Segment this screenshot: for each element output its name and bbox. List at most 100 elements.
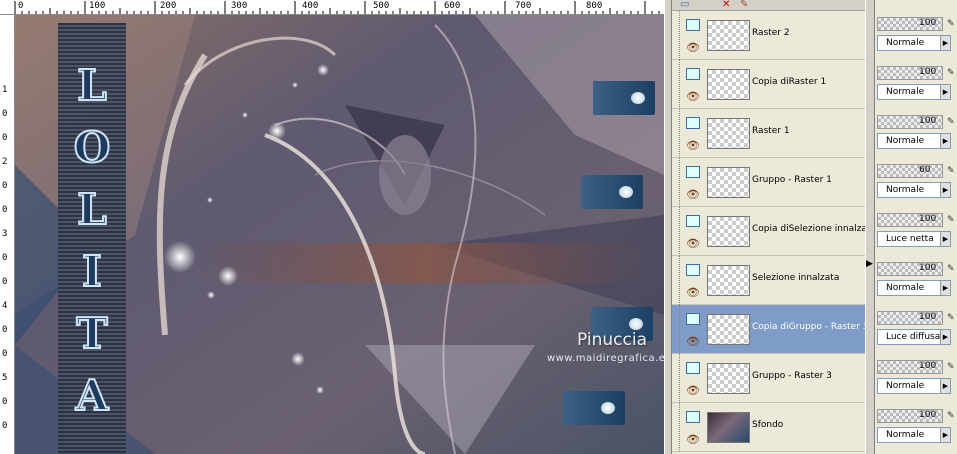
eye-icon[interactable]: 👁 — [686, 90, 700, 103]
title-letter: L — [76, 184, 108, 235]
layer-type-icon[interactable] — [686, 411, 700, 423]
blend-mode-select[interactable]: Luce diffusa ▶ — [877, 329, 951, 345]
layer-tree-line — [679, 11, 680, 60]
blend-mode-value: Normale — [886, 185, 925, 195]
layer-type-icon[interactable] — [686, 166, 700, 178]
ruler-left-label: 0 — [2, 133, 8, 143]
layer-thumbnail[interactable] — [707, 167, 750, 198]
dropdown-arrow-icon[interactable]: ▶ — [940, 134, 950, 148]
blend-mode-value: Luce netta — [886, 234, 934, 244]
layer-row[interactable]: 👁 Raster 1 — [672, 109, 865, 158]
eye-icon[interactable]: 👁 — [686, 286, 700, 299]
dropdown-arrow-icon[interactable]: ▶ — [940, 281, 950, 295]
layer-row[interactable]: 👁 Copia diGruppo - Raster 3 — [672, 305, 869, 354]
layer-name: Copia diGruppo - Raster 3 — [752, 322, 869, 332]
title-letter: I — [81, 246, 103, 297]
layer-tree-line — [679, 60, 680, 109]
pencil-icon[interactable]: ✎ — [947, 166, 955, 176]
layer-thumbnail[interactable] — [707, 118, 750, 149]
layer-row[interactable]: 👁 Gruppo - Raster 1 — [672, 158, 865, 207]
dropdown-arrow-icon[interactable]: ▶ — [940, 183, 950, 197]
layer-name: Gruppo - Raster 3 — [752, 371, 832, 381]
pencil-icon[interactable]: ✎ — [947, 215, 955, 225]
blend-mode-select[interactable]: Normale ▶ — [877, 84, 951, 100]
layer-type-icon[interactable] — [686, 215, 700, 227]
blend-mode-select[interactable]: Luce netta ▶ — [877, 231, 951, 247]
eye-icon[interactable]: 👁 — [686, 237, 700, 250]
layer-thumbnail[interactable] — [707, 314, 750, 345]
dropdown-arrow-icon[interactable]: ▶ — [940, 330, 950, 344]
horizontal-ruler: 0 100 200 300 400 500 600 700 800 — [0, 0, 664, 15]
delete-icon[interactable]: ✕ — [722, 0, 730, 10]
layer-tree-line — [679, 158, 680, 207]
layer-thumbnail[interactable] — [707, 265, 750, 296]
layer-row[interactable]: 👁 Copia diRaster 1 — [672, 60, 865, 109]
blend-mode-value: Normale — [886, 87, 925, 97]
layer-type-icon[interactable] — [686, 19, 700, 31]
layer-tree-line — [679, 403, 680, 452]
blend-mode-select[interactable]: Normale ▶ — [877, 427, 951, 443]
blend-mode-select[interactable]: Normale ▶ — [877, 378, 951, 394]
layer-type-icon[interactable] — [686, 117, 700, 129]
layer-row[interactable]: 👁 Selezione innalzata — [672, 256, 865, 305]
layer-type-icon[interactable] — [686, 313, 700, 325]
pencil-icon[interactable]: ✎ — [947, 362, 955, 372]
panel-splitter[interactable] — [664, 0, 672, 454]
panel-splitter-2[interactable] — [865, 0, 875, 454]
dropdown-arrow-icon[interactable]: ▶ — [940, 36, 950, 50]
layer-properties: 100 ✎ Normale ▶ 100 ✎ Normale ▶ 100 ✎ Normale ▶ 60 ✎ N… — [875, 0, 957, 454]
eye-icon[interactable]: 👁 — [686, 188, 700, 201]
layer-thumbnail[interactable] — [707, 363, 750, 394]
eye-icon[interactable]: 👁 — [686, 433, 700, 446]
brush-icon[interactable]: ✎ — [740, 0, 748, 10]
dropdown-arrow-icon[interactable]: ▶ — [940, 232, 950, 246]
opacity-value: 100 — [919, 312, 937, 322]
layer-thumbnail[interactable] — [707, 69, 750, 100]
dropdown-arrow-icon[interactable]: ▶ — [940, 379, 950, 393]
eye-icon[interactable]: 👁 — [686, 139, 700, 152]
blend-mode-select[interactable]: Normale ▶ — [877, 280, 951, 296]
eye-icon[interactable]: 👁 — [686, 335, 700, 348]
blend-mode-select[interactable]: Normale ▶ — [877, 182, 951, 198]
layer-row[interactable]: 👁 Sfondo — [672, 403, 865, 452]
pencil-icon[interactable]: ✎ — [947, 264, 955, 274]
layer-property-row: 100 ✎ Luce diffusa ▶ — [875, 305, 957, 354]
blend-mode-select[interactable]: Normale ▶ — [877, 133, 951, 149]
pencil-icon[interactable]: ✎ — [947, 117, 955, 127]
dropdown-arrow-icon[interactable]: ▶ — [940, 85, 950, 99]
ruler-left-label: 3 — [2, 229, 8, 239]
decor-knob-1 — [593, 81, 655, 115]
layer-row[interactable]: 👁 Copia diSelezione innalzata — [672, 207, 876, 256]
layer-type-icon[interactable] — [686, 264, 700, 276]
layer-property-row: 100 ✎ Normale ▶ — [875, 354, 957, 403]
layers-palette: ▭ ✕ ✎ 👁 Raster 2 👁 Copia diRaster 1 👁 Raster … — [672, 0, 876, 454]
layer-row[interactable]: 👁 Gruppo - Raster 3 — [672, 354, 865, 403]
layer-type-icon[interactable] — [686, 362, 700, 374]
ruler-left-label: 2 — [2, 157, 8, 167]
new-layer-icon[interactable]: ▭ — [680, 0, 689, 10]
blend-mode-value: Luce diffusa — [886, 332, 941, 342]
pencil-icon[interactable]: ✎ — [947, 68, 955, 78]
dropdown-arrow-icon[interactable]: ▶ — [940, 428, 950, 442]
layer-property-row: 60 ✎ Normale ▶ — [875, 158, 957, 207]
image-canvas[interactable]: LOLITA Pinuccia www.maidiregrafica.eu — [15, 15, 664, 454]
layer-name: Sfondo — [752, 420, 784, 430]
title-letter: A — [75, 370, 110, 421]
layer-type-icon[interactable] — [686, 68, 700, 80]
opacity-slider[interactable] — [877, 164, 943, 178]
eye-icon[interactable]: 👁 — [686, 384, 700, 397]
layer-thumbnail[interactable] — [707, 20, 750, 51]
pencil-icon[interactable]: ✎ — [947, 411, 955, 421]
collapse-arrow-icon[interactable]: ▶ — [866, 258, 874, 270]
pencil-icon[interactable]: ✎ — [947, 313, 955, 323]
pencil-icon[interactable]: ✎ — [947, 19, 955, 29]
layer-tree-line — [679, 256, 680, 305]
blend-mode-select[interactable]: Normale ▶ — [877, 35, 951, 51]
ruler-left-label: 5 — [2, 373, 8, 383]
title-letter: L — [76, 60, 108, 111]
layer-row[interactable]: 👁 Raster 2 — [672, 11, 865, 60]
eye-icon[interactable]: 👁 — [686, 41, 700, 54]
layer-thumbnail[interactable] — [707, 216, 750, 247]
layer-thumbnail[interactable] — [707, 412, 750, 443]
title-letter: O — [73, 122, 112, 173]
